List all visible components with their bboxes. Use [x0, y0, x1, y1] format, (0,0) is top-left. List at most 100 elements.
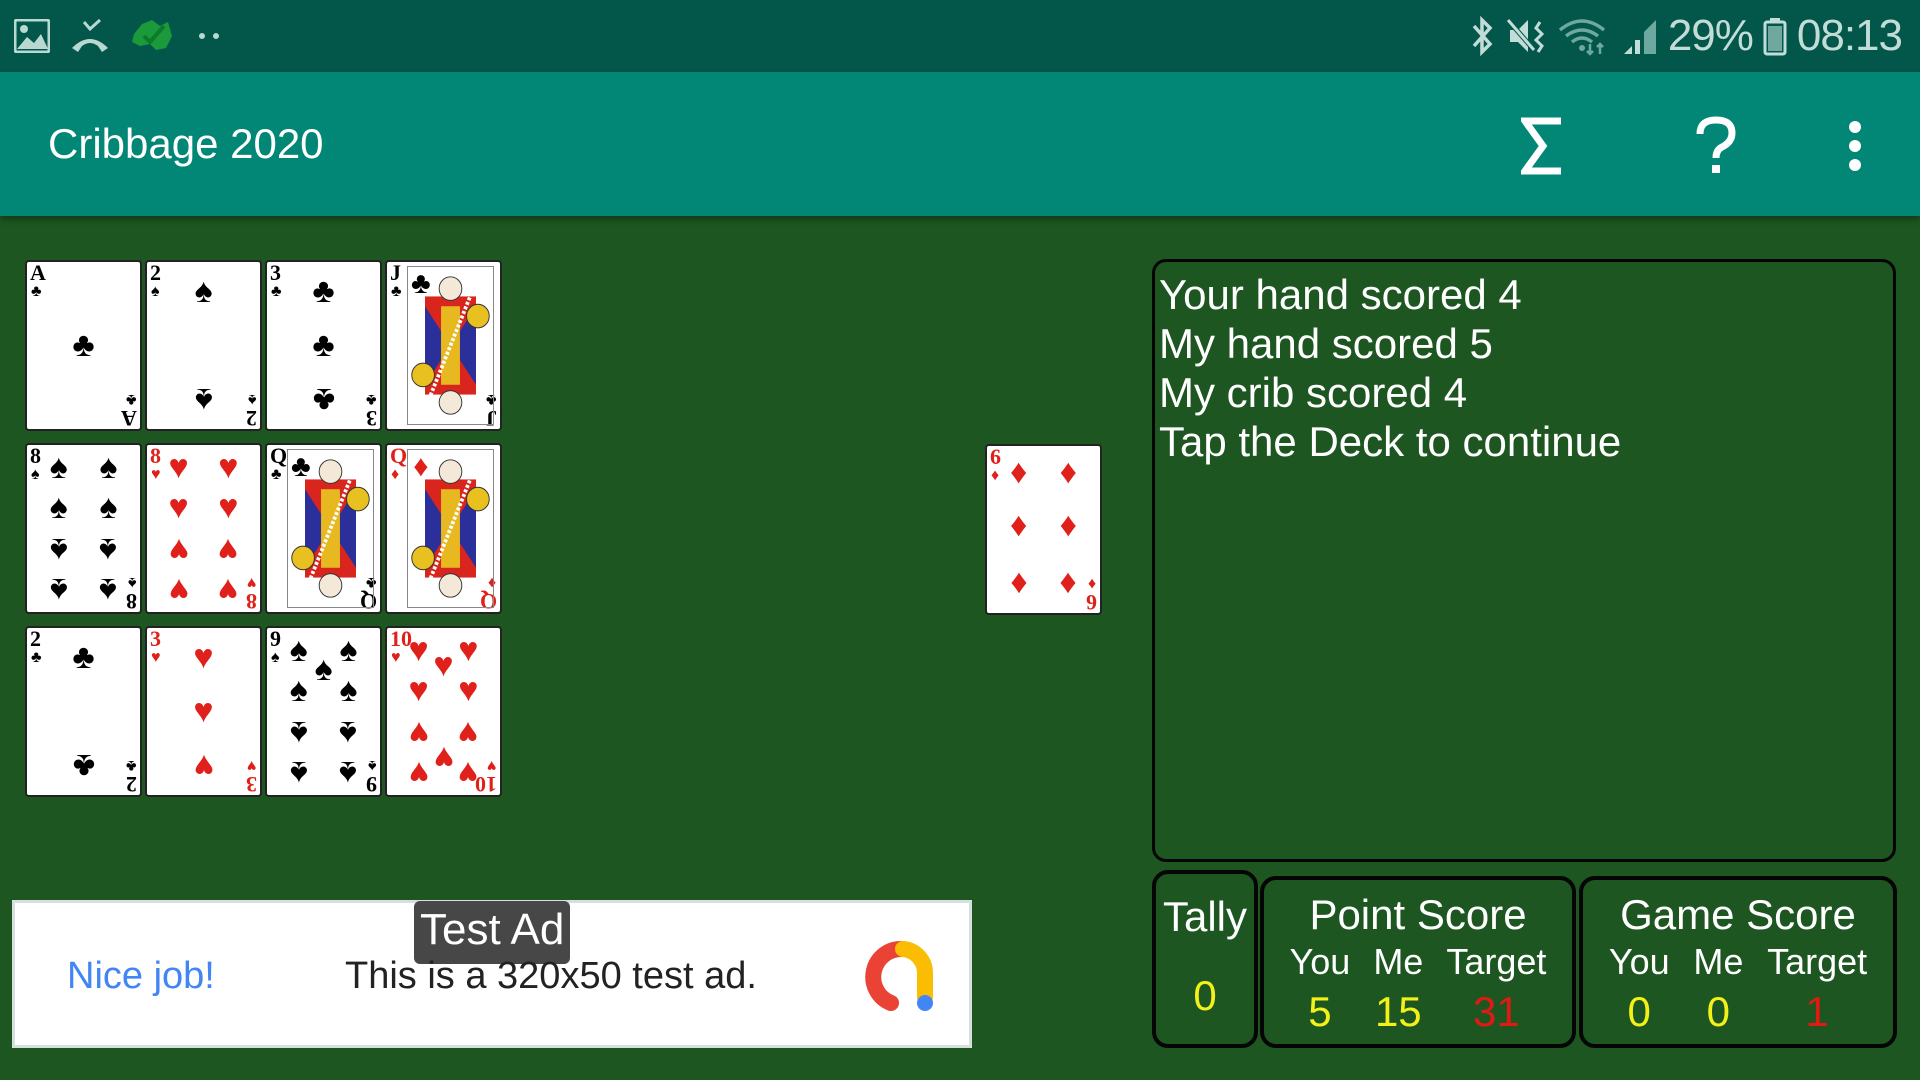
card-suit-pip: ♠: [49, 530, 68, 568]
card-suit-pip: ♦: [1009, 564, 1028, 602]
battery-icon: [1763, 16, 1787, 56]
card-suit-pip: ♥: [458, 672, 479, 710]
hand-card[interactable]: 8 ♠ 8 ♠ ♠ ♠ ♠ ♠ ♠ ♠ ♠ ♠: [25, 443, 142, 614]
vibrate-icon: [1505, 16, 1548, 56]
point-score-title: Point Score: [1309, 891, 1527, 938]
card-rank: 8: [150, 443, 161, 468]
card-rank: 2: [150, 260, 161, 285]
card-suit-pip: ♠: [49, 570, 68, 608]
overflow-menu-button[interactable]: [1815, 106, 1895, 186]
help-button[interactable]: [1676, 106, 1756, 186]
card-suit-pip: ♣: [72, 639, 95, 677]
sigma-icon: [1521, 117, 1561, 175]
message-line: Tap the Deck to continue: [1159, 418, 1622, 465]
card-rank: A: [30, 260, 46, 285]
card-suit-pip: ♣: [291, 449, 311, 483]
card-suit-pip: ♠: [49, 449, 68, 487]
card-suit-small: ♣: [391, 283, 402, 300]
card-suit-pip: ♥: [408, 713, 429, 751]
card-suit-pip: ♠: [314, 650, 333, 688]
hand-card[interactable]: 10 ♥ 10 ♥ ♥ ♥ ♥ ♥ ♥ ♥ ♥ ♥ ♥ ♥: [385, 626, 502, 797]
card-suit-small: ♣: [365, 391, 377, 408]
card-rank: 3: [366, 406, 377, 431]
card-rank: 3: [270, 260, 281, 285]
point-score-me: 15: [1374, 988, 1422, 1035]
card-suit-pip: ♣: [72, 746, 95, 784]
card-suit-pip: ♦: [1059, 453, 1078, 491]
card-suit-pip: ♠: [289, 713, 308, 751]
card-suit-pip: ♥: [218, 449, 239, 487]
card-suit-pip: ♠: [194, 380, 213, 418]
card-rank: 2: [126, 772, 137, 797]
hand-card[interactable]: 3 ♣ 3 ♣ ♣ ♣ ♣: [265, 260, 382, 431]
card-suit-small: ♣: [271, 283, 282, 300]
missed-call-icon: [70, 18, 110, 54]
card-suit-pip: ♠: [99, 530, 118, 568]
hand-card[interactable]: J ♣ J ♣ ♣: [385, 260, 502, 431]
card-rank: Q: [270, 443, 288, 468]
game-score-header-me: Me: [1693, 941, 1744, 982]
card-suit-pip: ♥: [408, 672, 429, 710]
point-score-you: 5: [1308, 988, 1332, 1035]
game-score-box: Game Score You 0 Me 0 Target 1: [1579, 876, 1897, 1048]
card-suit-pip: ♥: [218, 530, 239, 568]
tally-box: Tally 0: [1152, 870, 1258, 1048]
card-suit-small: ♣: [125, 757, 137, 774]
card-rank: 8: [126, 589, 137, 614]
card-suit-small: ♣: [125, 391, 137, 408]
card-suit-small: ♠: [271, 649, 280, 666]
signal-icon: [1622, 16, 1658, 56]
card-suit-small: ♠: [247, 391, 257, 408]
card-suit-pip: ♠: [99, 449, 118, 487]
card-rank: 8: [246, 589, 257, 614]
hand-card[interactable]: Q ♦ Q ♦ ♦: [385, 443, 502, 614]
hand-card[interactable]: 2 ♣ 2 ♣ ♣ ♣: [25, 626, 142, 797]
card-suit-pip: ♣: [411, 266, 431, 300]
card-suit-pip: ♠: [194, 273, 213, 311]
card-suit-small: ♠: [151, 283, 160, 300]
battery-percent: 29%: [1667, 11, 1754, 60]
hand-card[interactable]: A ♣ A ♣ ♣: [25, 260, 142, 431]
card-suit-small: ♥: [486, 757, 497, 774]
card-suit-pip: ♠: [99, 570, 118, 608]
game-score-title: Game Score: [1620, 891, 1856, 938]
card-suit-pip: ♥: [193, 639, 214, 677]
hand-card[interactable]: 2 ♠ 2 ♠ ♠ ♠: [145, 260, 262, 431]
card-suit-small: ♦: [1087, 575, 1096, 592]
bluetooth-icon: [1470, 16, 1496, 56]
card-suit-small: ♦: [991, 467, 1000, 484]
card-rank: 8: [30, 443, 41, 468]
hand-card[interactable]: 3 ♥ 3 ♥ ♥ ♥ ♥: [145, 626, 262, 797]
card-rank: 2: [30, 626, 41, 651]
clock: 08:13: [1796, 11, 1903, 60]
starter-card[interactable]: 6 ♦ 6 ♦ ♦ ♦ ♦ ♦ ♦ ♦: [985, 444, 1102, 615]
card-suit-small: ♦: [391, 466, 400, 483]
ad-headline[interactable]: Nice job!: [67, 955, 215, 998]
hand-card[interactable]: Q ♣ Q ♣ ♣: [265, 443, 382, 614]
card-suit-pip: ♠: [339, 632, 358, 670]
message-panel: Your hand scored 4 My hand scored 5 My c…: [1152, 259, 1896, 862]
card-suit-pip: ♠: [339, 753, 358, 791]
card-suit-pip: ♦: [1059, 507, 1078, 545]
card-suit-pip: ♣: [312, 273, 335, 311]
card-suit-small: ♣: [271, 466, 282, 483]
card-suit-small: ♠: [367, 757, 377, 774]
card-suit-pip: ♥: [168, 449, 189, 487]
hand-card[interactable]: 9 ♠ 9 ♠ ♠ ♠ ♠ ♠ ♠ ♠ ♠ ♠ ♠: [265, 626, 382, 797]
card-suit-small: ♥: [151, 649, 161, 666]
card-suit-pip: ♠: [289, 753, 308, 791]
hand-card[interactable]: 8 ♥ 8 ♥ ♥ ♥ ♥ ♥ ♥ ♥ ♥ ♥: [145, 443, 262, 614]
australia-check-icon: [130, 16, 174, 56]
ad-banner[interactable]: Test Ad Nice job! This is a 320x50 test …: [12, 900, 972, 1048]
card-suit-pip: ♠: [49, 489, 68, 527]
game-score-target: 1: [1805, 988, 1829, 1035]
point-score-header-me: Me: [1373, 941, 1424, 982]
card-suit-small: ♥: [151, 466, 161, 483]
card-suit-small: ♠: [127, 574, 137, 591]
wifi-icon: [1558, 16, 1612, 56]
tally-label: Tally: [1162, 893, 1248, 940]
more-notifications-icon: [194, 31, 224, 41]
score-summary-button[interactable]: [1503, 106, 1583, 186]
card-suit-pip: ♣: [312, 380, 335, 418]
card-suit-pip: ♥: [218, 570, 239, 608]
